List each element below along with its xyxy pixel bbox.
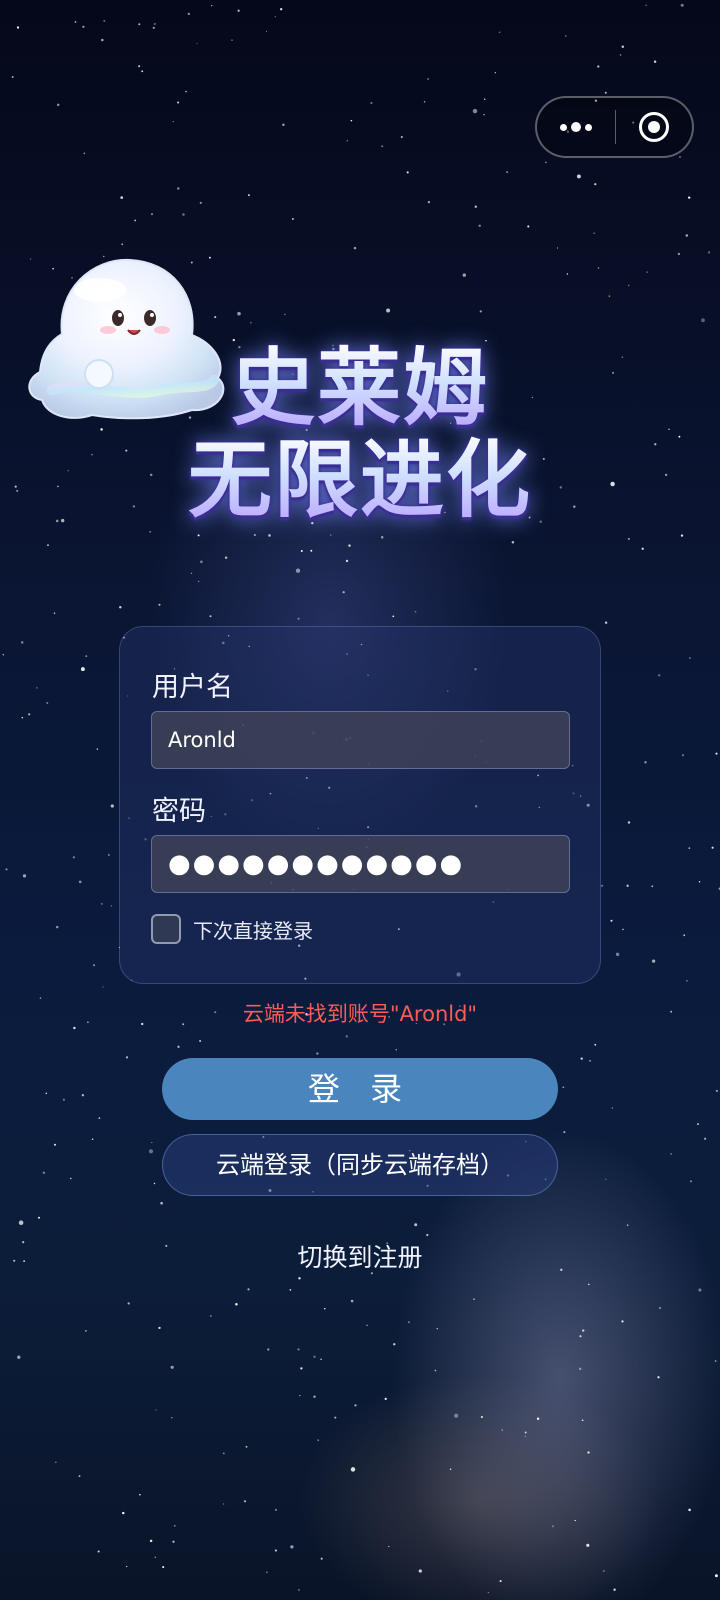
username-label: 用户名 [152,672,233,703]
remember-checkbox[interactable] [151,914,181,944]
password-label: 密码 [152,796,206,827]
login-card: 用户名 密码 下次直接登录 [119,626,601,984]
game-title-line2: 无限进化 [150,432,570,528]
error-message: 云端未找到账号"Aronld" [242,1002,478,1026]
mini-program-capsule [535,96,694,158]
switch-to-register-link[interactable]: 切换到注册 [0,1238,720,1274]
game-title-line1: 史莱姆 [150,340,570,436]
username-input[interactable] [151,711,570,769]
password-input[interactable] [151,835,570,893]
cloud-login-button[interactable]: 云端登录（同步云端存档） [162,1134,558,1196]
remember-label: 下次直接登录 [193,918,313,943]
remember-login-option[interactable]: 下次直接登录 [151,914,313,944]
more-dots-icon[interactable] [537,98,615,156]
login-button[interactable]: 登 录 [162,1058,558,1120]
record-target-icon[interactable] [616,98,692,156]
